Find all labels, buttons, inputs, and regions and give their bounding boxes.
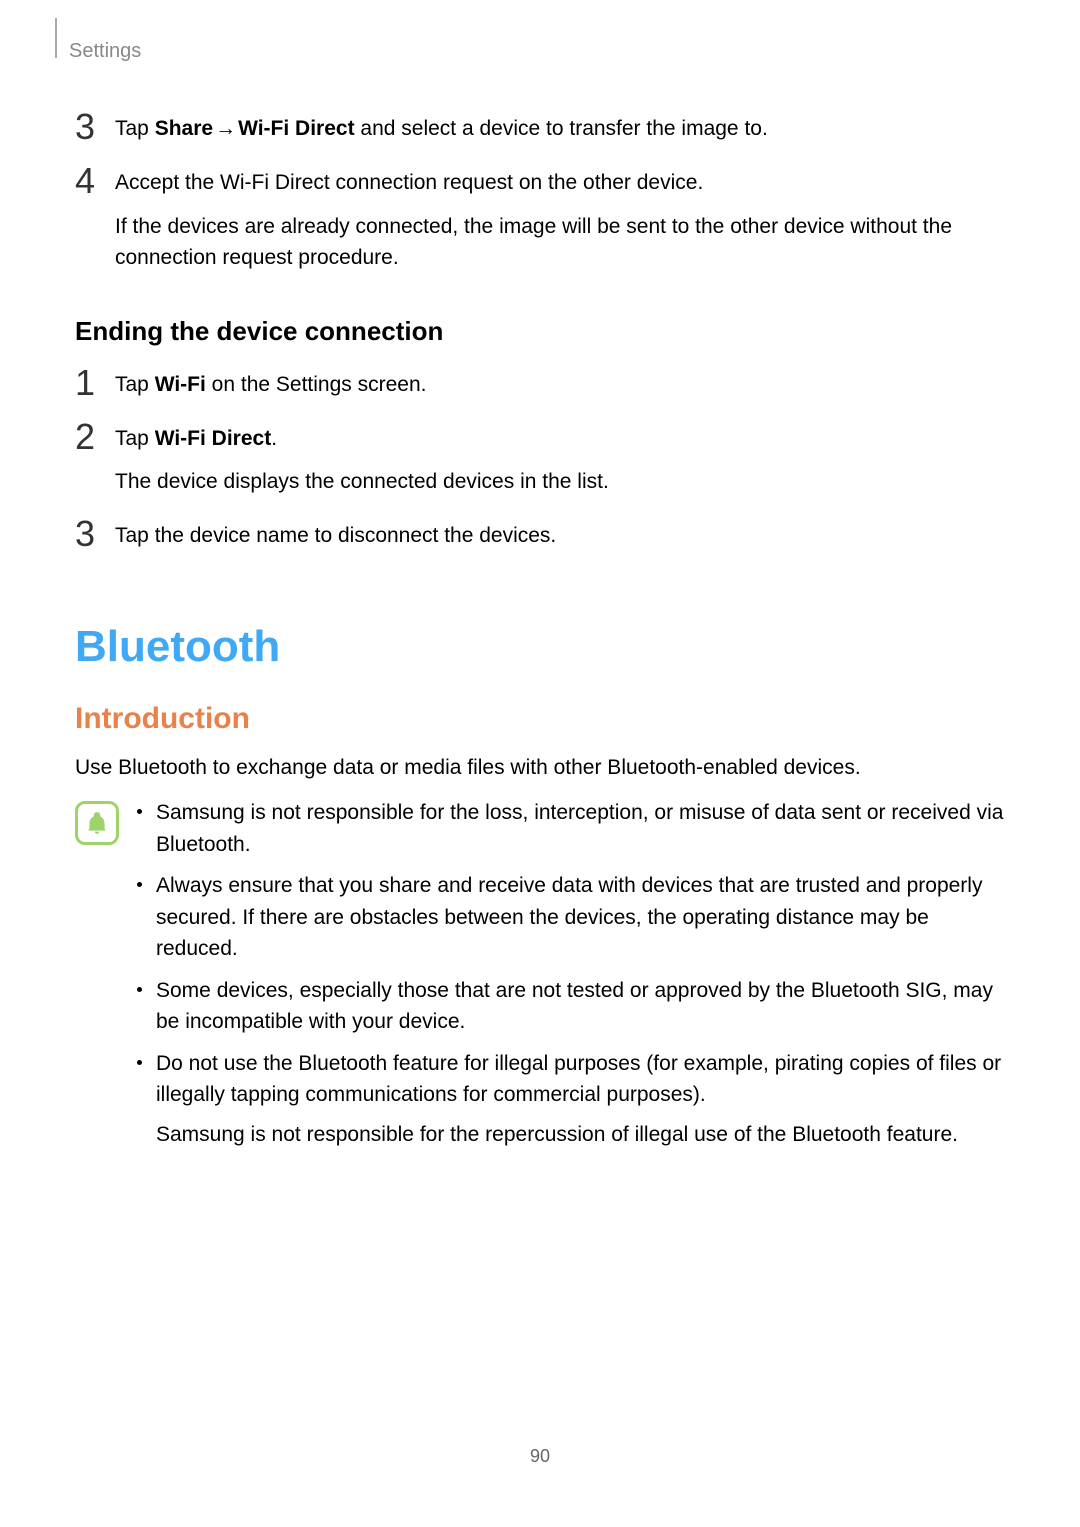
text: on the Settings screen. [206,373,427,396]
bold-wifi-direct: Wi-Fi Direct [238,117,354,140]
header-section-label: Settings [69,40,1005,63]
notice-item-1: Samsung is not responsible for the loss,… [137,797,1005,860]
step-body: Tap Wi-Fi on the Settings screen. [115,369,1005,401]
notice-item-4: Do not use the Bluetooth feature for ill… [137,1048,1005,1151]
text: . [271,427,277,450]
text: Tap [115,117,155,140]
text-line: The device displays the connected device… [115,466,1005,498]
introduction-heading: Introduction [75,702,1005,736]
notice-block: Samsung is not responsible for the loss,… [75,797,1005,1160]
step-number: 3 [75,516,115,552]
step-3: 3 Tap Share → Wi-Fi Direct and select a … [75,113,1005,145]
intro-text: Use Bluetooth to exchange data or media … [75,752,1005,784]
step-body: Tap Wi-Fi Direct. The device displays th… [115,423,1005,498]
notice-item-2: Always ensure that you share and receive… [137,870,1005,965]
bullet-icon [137,809,142,814]
notice-bell-icon [75,801,119,845]
bold-wifi-direct: Wi-Fi Direct [155,427,271,450]
notice-text: Samsung is not responsible for the loss,… [156,797,1005,860]
text: and select a device to transfer the imag… [355,117,768,140]
notice-list: Samsung is not responsible for the loss,… [137,797,1005,1160]
text-line: If the devices are already connected, th… [115,211,1005,274]
notice-item-3: Some devices, especially those that are … [137,975,1005,1038]
bullet-icon [137,1060,142,1065]
step-number: 1 [75,365,115,401]
text: Tap [115,427,155,450]
step-number: 3 [75,109,115,145]
notice-text: Do not use the Bluetooth feature for ill… [156,1048,1005,1111]
page-number: 90 [0,1446,1080,1467]
notice-text: Some devices, especially those that are … [156,975,1005,1038]
bullet-icon [137,882,142,887]
step-body: Accept the Wi-Fi Direct connection reque… [115,167,1005,274]
step-number: 2 [75,419,115,455]
step-number: 4 [75,163,115,199]
arrow-icon: → [215,113,236,145]
text-line: Tap the device name to disconnect the de… [115,520,1005,552]
ending-steps-list: 1 Tap Wi-Fi on the Settings screen. 2 Ta… [75,369,1005,552]
step-body: Tap Share → Wi-Fi Direct and select a de… [115,113,1005,145]
ending-step-3: 3 Tap the device name to disconnect the … [75,520,1005,552]
bullet-icon [137,987,142,992]
bold-share: Share [155,117,213,140]
top-steps-list: 3 Tap Share → Wi-Fi Direct and select a … [75,113,1005,274]
page-content: Settings 3 Tap Share → Wi-Fi Direct and … [0,0,1080,1160]
notice-text: Samsung is not responsible for the reper… [156,1119,1005,1151]
bold-wifi: Wi-Fi [155,373,206,396]
notice-text: Always ensure that you share and receive… [156,870,1005,965]
ending-step-2: 2 Tap Wi-Fi Direct. The device displays … [75,423,1005,498]
bell-icon [84,810,110,836]
text-line: Accept the Wi-Fi Direct connection reque… [115,167,1005,199]
step-4: 4 Accept the Wi-Fi Direct connection req… [75,167,1005,274]
ending-connection-heading: Ending the device connection [75,316,1005,347]
text: Tap [115,373,155,396]
step-body: Tap the device name to disconnect the de… [115,520,1005,552]
bluetooth-heading: Bluetooth [75,622,1005,672]
ending-step-1: 1 Tap Wi-Fi on the Settings screen. [75,369,1005,401]
